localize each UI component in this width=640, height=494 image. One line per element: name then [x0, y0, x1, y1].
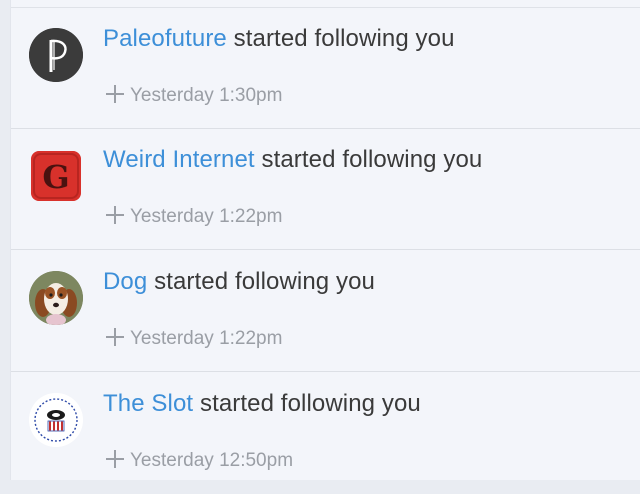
plus-icon[interactable]	[105, 205, 125, 225]
dog-photo-icon	[29, 271, 83, 325]
action-text: started following you	[233, 25, 455, 52]
notification-item[interactable]: Dog started following you Yesterday 1:22…	[11, 251, 640, 372]
notification-meta: Yesterday 12:50pm	[105, 449, 293, 472]
weird-internet-logo-icon: G	[31, 151, 81, 201]
divider	[11, 249, 640, 250]
timestamp: Yesterday 1:22pm	[130, 328, 283, 349]
plus-icon[interactable]	[105, 84, 125, 104]
paleofuture-avatar[interactable]	[29, 28, 83, 82]
notification-meta: Yesterday 1:30pm	[105, 84, 282, 107]
notification-text: Paleofuture started following you	[103, 25, 455, 53]
notification-text: Dog started following you	[103, 268, 375, 296]
notification-item[interactable]: The Slot started following you Yesterday…	[11, 373, 640, 494]
the-slot-avatar[interactable]	[29, 393, 83, 447]
plus-icon[interactable]	[105, 449, 125, 469]
divider	[11, 371, 640, 372]
notification-text: Weird Internet started following you	[103, 146, 482, 174]
the-slot-logo-icon	[29, 393, 83, 447]
notification-meta: Yesterday 1:22pm	[105, 205, 282, 228]
action-text: started following you	[261, 146, 483, 173]
plus-icon[interactable]	[105, 327, 125, 347]
notifications-panel: Paleofuture started following you Yester…	[10, 0, 640, 480]
dog-avatar[interactable]	[29, 271, 83, 325]
timestamp: Yesterday 1:22pm	[130, 206, 283, 227]
weird-internet-avatar[interactable]: G	[31, 151, 81, 201]
actor-link[interactable]: Paleofuture	[103, 25, 227, 52]
notification-item[interactable]: G Weird Internet started following you Y…	[11, 129, 640, 250]
notification-item[interactable]: Paleofuture started following you Yester…	[11, 8, 640, 129]
actor-link[interactable]: The Slot	[103, 390, 193, 417]
svg-text:G: G	[42, 158, 69, 196]
notification-text: The Slot started following you	[103, 390, 421, 418]
timestamp: Yesterday 12:50pm	[130, 450, 294, 471]
action-text: started following you	[199, 390, 421, 417]
action-text: started following you	[154, 268, 375, 295]
timestamp: Yesterday 1:30pm	[130, 85, 283, 106]
actor-link[interactable]: Weird Internet	[103, 146, 255, 173]
actor-link[interactable]: Dog	[103, 268, 147, 295]
notification-meta: Yesterday 1:22pm	[105, 327, 282, 350]
paleofuture-logo-icon	[29, 28, 83, 82]
